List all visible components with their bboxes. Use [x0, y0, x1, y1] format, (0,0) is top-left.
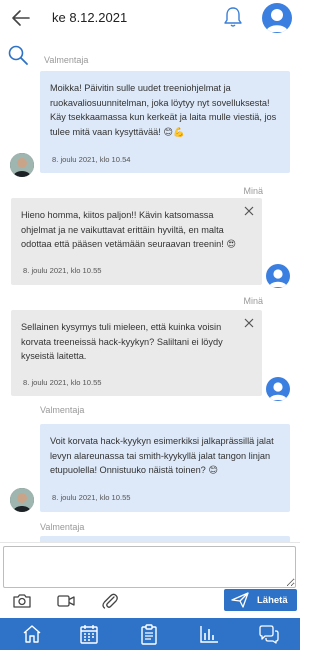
bottom-navigation [0, 618, 300, 650]
message-timestamp: 8. joulu 2021, klo 10.55 [52, 493, 131, 502]
message-text: Hieno homma, kiitos paljon!! Kävin katso… [21, 210, 236, 250]
message-sender-label: Minä [243, 296, 263, 306]
send-button-label: Lähetä [257, 595, 288, 606]
top-bar: ke 8.12.2021 [0, 0, 300, 36]
user-icon [269, 269, 287, 287]
message-text: Voit korvata hack-kyykyn esimerkiksi jal… [50, 436, 274, 476]
message-bubble: Hieno homma, kiitos paljon!! Kävin katso… [11, 198, 262, 285]
message-text: Sellainen kysymys tuli mieleen, että kui… [21, 322, 223, 362]
message-timestamp: 8. joulu 2021, klo 10.55 [23, 266, 102, 275]
coach-avatar [10, 488, 34, 512]
user-icon [266, 9, 288, 32]
profile-avatar[interactable] [262, 3, 292, 33]
message-bubble: Moikka! Päivitin sulle uudet treeniohjel… [40, 71, 290, 173]
message-timestamp: 8. joulu 2021, klo 10.54 [52, 155, 131, 164]
calendar-icon[interactable] [78, 623, 100, 645]
bell-icon[interactable] [222, 5, 244, 29]
chart-icon[interactable] [198, 623, 220, 645]
home-icon[interactable] [21, 623, 43, 645]
message-bubble: Voit korvata hack-kyykyn esimerkiksi jal… [40, 424, 290, 512]
arrow-left-icon[interactable] [9, 6, 33, 30]
message-bubble: Sellainen kysymys tuli mieleen, että kui… [11, 310, 262, 396]
coach-avatar [10, 153, 34, 177]
close-icon[interactable] [244, 206, 254, 216]
message-sender-label: Minä [243, 186, 263, 196]
clipboard-icon[interactable] [138, 623, 160, 645]
send-icon [231, 592, 249, 608]
send-button[interactable]: Lähetä [224, 589, 297, 611]
message-composer: Lähetä [0, 542, 300, 618]
coach-photo-icon [10, 153, 34, 177]
camera-icon[interactable] [12, 591, 32, 611]
search-icon[interactable] [7, 44, 29, 66]
own-avatar [266, 377, 290, 401]
user-icon [269, 382, 287, 400]
video-icon[interactable] [56, 591, 76, 611]
message-sender-label: Valmentaja [40, 522, 85, 532]
own-avatar [266, 264, 290, 288]
chat-icon[interactable] [258, 623, 280, 645]
message-sender-label: Valmentaja [40, 405, 85, 415]
message-timestamp: 8. joulu 2021, klo 10.55 [23, 378, 102, 387]
coach-photo-icon [10, 488, 34, 512]
conversation-date-title: ke 8.12.2021 [52, 10, 128, 25]
close-icon[interactable] [244, 318, 254, 328]
paperclip-icon[interactable] [100, 591, 120, 611]
message-sender-label: Valmentaja [44, 55, 89, 65]
message-input[interactable] [3, 546, 296, 588]
message-text: Moikka! Päivitin sulle uudet treeniohjel… [50, 83, 277, 137]
